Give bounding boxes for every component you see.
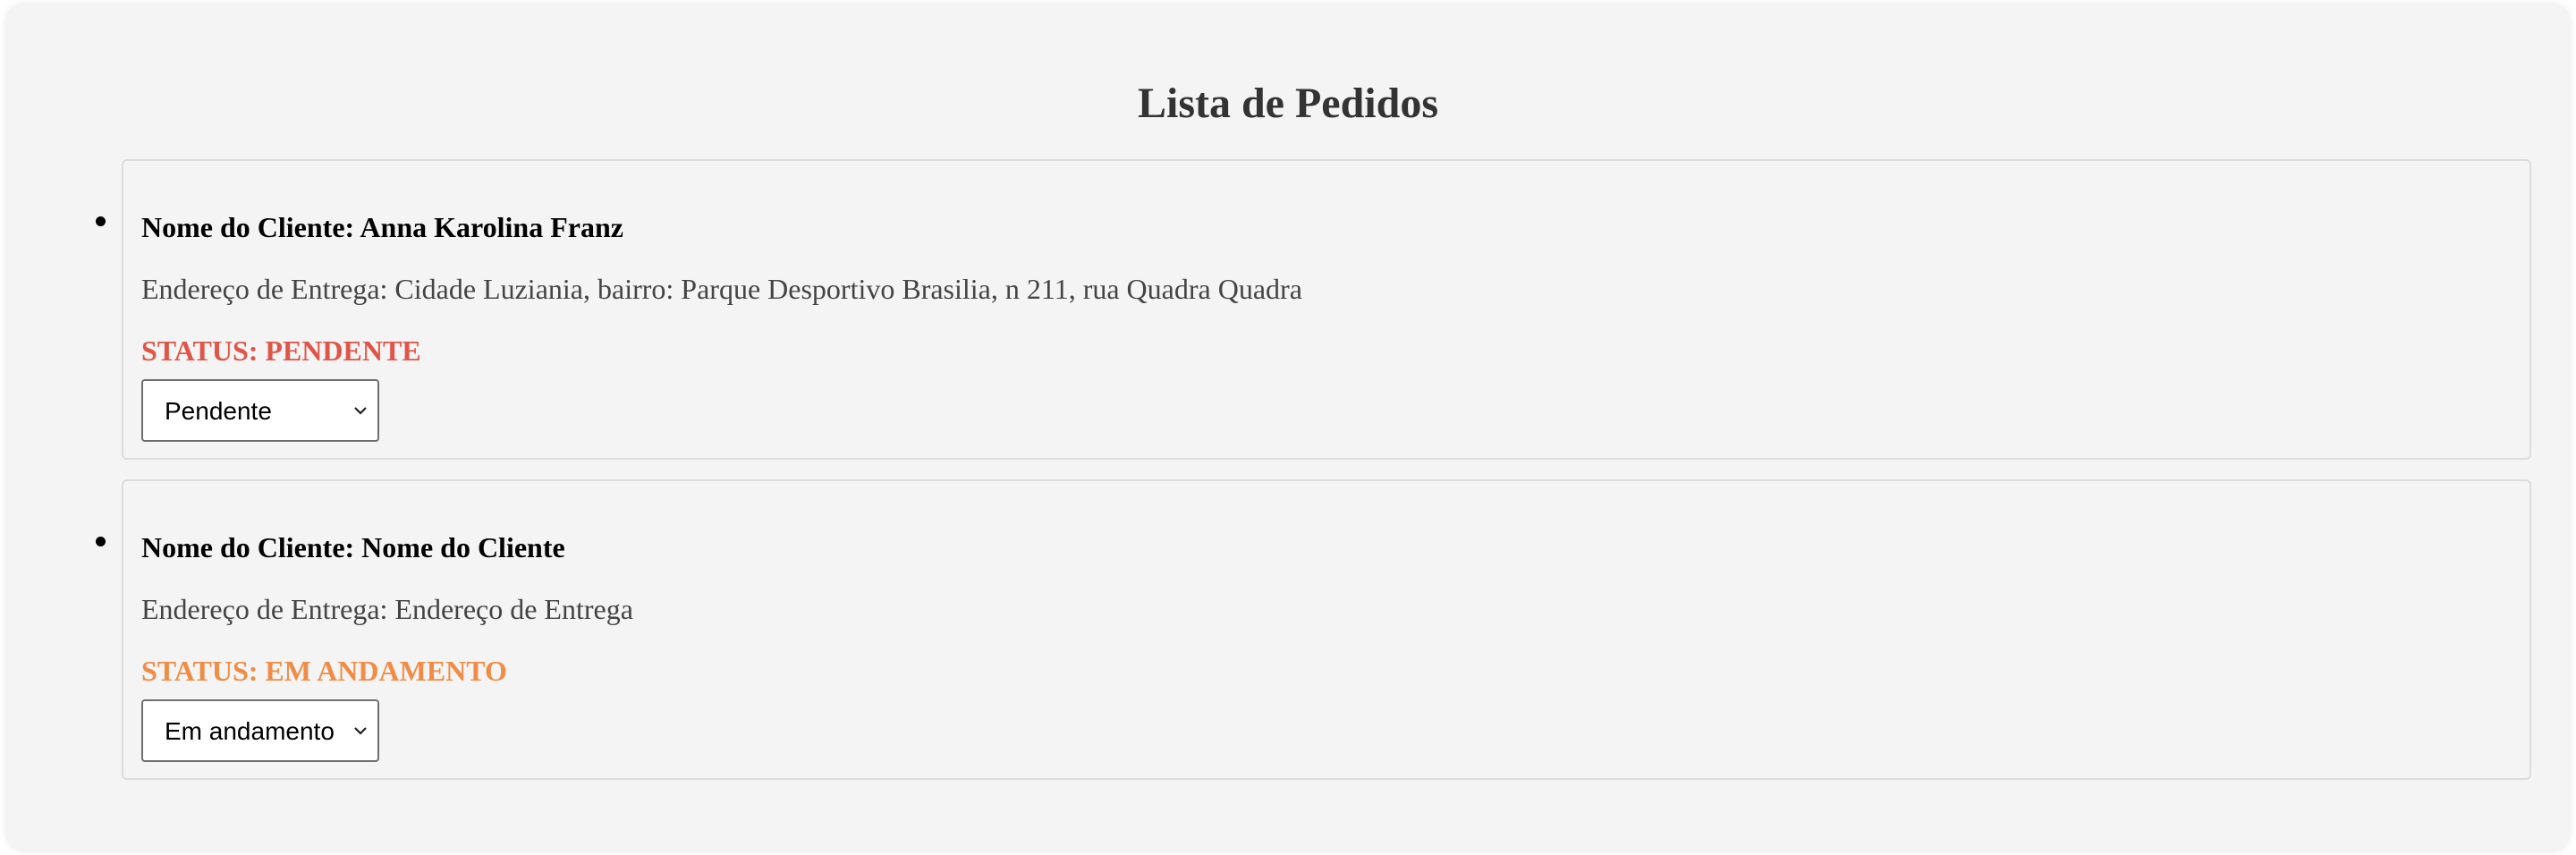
status-select-value: Em andamento <box>165 717 335 745</box>
client-name: Nome do Cliente: Nome do Cliente <box>141 531 565 563</box>
chevron-down-icon <box>354 727 367 735</box>
delivery-address: Endereço de Entrega: Endereço de Entrega <box>141 593 633 625</box>
status-select[interactable]: Em andamento <box>141 699 379 762</box>
list-bullet <box>96 537 106 546</box>
page-title: Lista de Pedidos <box>1137 80 1439 127</box>
client-name: Nome do Cliente: Anna Karolina Franz <box>141 211 623 243</box>
status-select[interactable]: Pendente <box>141 379 379 442</box>
list-bullet <box>96 216 106 226</box>
order-item: Nome do Cliente: Anna Karolina Franz End… <box>96 159 2531 460</box>
status-label: STATUS: PENDENTE <box>141 334 421 367</box>
delivery-address: Endereço de Entrega: Cidade Luziania, ba… <box>141 273 1302 305</box>
order-item: Nome do Cliente: Nome do Cliente Endereç… <box>96 479 2531 780</box>
status-select-value: Pendente <box>165 397 272 425</box>
status-label: STATUS: EM ANDAMENTO <box>141 655 507 687</box>
orders-panel: Lista de Pedidos Nome do Cliente: Anna K… <box>7 5 2569 850</box>
chevron-down-icon <box>354 407 367 415</box>
